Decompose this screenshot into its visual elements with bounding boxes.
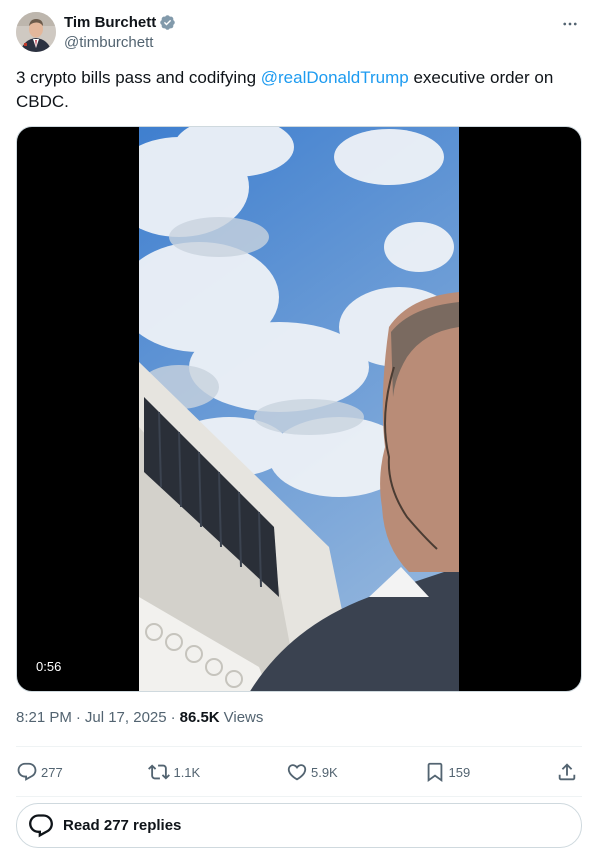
read-replies-label: Read 277 replies: [63, 817, 182, 834]
tweet-text: 3 crypto bills pass and codifying @realD…: [16, 66, 582, 114]
bookmark-button[interactable]: 159: [424, 761, 471, 783]
video-thumbnail: [139, 127, 459, 691]
mention-link[interactable]: @realDonaldTrump: [261, 68, 409, 87]
like-count: 5.9K: [310, 764, 338, 780]
read-replies-button[interactable]: Read 277 replies: [16, 803, 582, 848]
video-player[interactable]: 0:56: [16, 126, 582, 692]
tweet-time[interactable]: 8:21 PM: [16, 708, 72, 728]
reply-count: 277: [41, 764, 63, 780]
video-duration: 0:56: [30, 657, 68, 677]
reply-button[interactable]: 277: [16, 761, 63, 783]
repost-button[interactable]: 1.1K: [148, 761, 200, 783]
repost-count: 1.1K: [173, 764, 201, 780]
author-avatar[interactable]: [16, 12, 56, 52]
tweet-text-before: 3 crypto bills pass and codifying: [16, 68, 261, 87]
repost-icon: [148, 764, 171, 780]
bookmark-count: 159: [448, 764, 471, 780]
more-options-icon[interactable]: [560, 14, 580, 34]
divider: [16, 746, 582, 747]
author-names: Tim Burchett @timburchett: [64, 13, 176, 52]
reply-icon: [17, 762, 37, 781]
action-bar: 277 1.1K 5.9K 159: [16, 750, 582, 794]
heart-icon: [287, 764, 307, 781]
reply-bubble-icon: [29, 813, 53, 837]
tweet-date[interactable]: Jul 17, 2025: [85, 708, 167, 728]
meta-separator: ·: [75, 709, 81, 726]
like-button[interactable]: 5.9K: [286, 761, 338, 783]
display-name-text[interactable]: Tim Burchett: [64, 13, 156, 32]
share-icon: [558, 763, 576, 781]
bookmark-icon: [427, 762, 442, 783]
author-display-name[interactable]: Tim Burchett: [64, 13, 176, 32]
share-button[interactable]: [556, 761, 578, 783]
views-count: 86.5K: [179, 709, 220, 726]
divider: [16, 796, 582, 797]
tweet-header: Tim Burchett @timburchett: [16, 12, 582, 56]
author-handle[interactable]: @timburchett: [64, 33, 176, 52]
verified-badge-icon[interactable]: [159, 14, 176, 31]
views-label: Views: [223, 709, 264, 726]
meta-separator: ·: [170, 709, 176, 726]
tweet-meta: 8:21 PM · Jul 17, 2025 · 86.5K Views: [16, 708, 263, 728]
